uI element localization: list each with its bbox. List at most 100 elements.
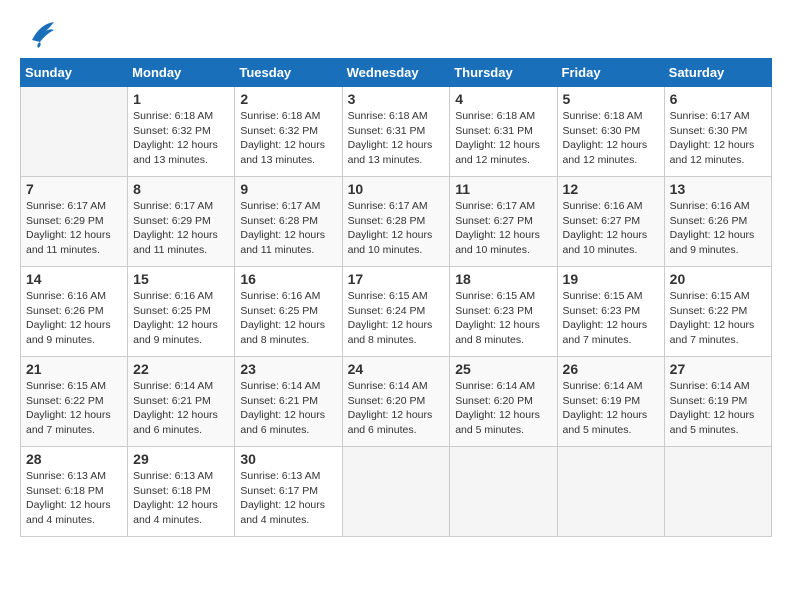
cell-info: Sunrise: 6:16 AMSunset: 6:26 PMDaylight:… bbox=[670, 199, 766, 258]
cell-info: Sunrise: 6:14 AMSunset: 6:19 PMDaylight:… bbox=[670, 379, 766, 438]
calendar-cell: 10 Sunrise: 6:17 AMSunset: 6:28 PMDayligh… bbox=[342, 177, 450, 267]
cell-info: Sunrise: 6:15 AMSunset: 6:22 PMDaylight:… bbox=[670, 289, 766, 348]
cell-info: Sunrise: 6:13 AMSunset: 6:18 PMDaylight:… bbox=[26, 469, 122, 528]
header-wednesday: Wednesday bbox=[342, 59, 450, 87]
cell-info: Sunrise: 6:16 AMSunset: 6:25 PMDaylight:… bbox=[133, 289, 229, 348]
calendar-cell: 24Sunrise: 6:14 AMSunset: 6:20 PMDayligh… bbox=[342, 357, 450, 447]
cell-info: Sunrise: 6:18 AMSunset: 6:32 PMDaylight:… bbox=[240, 109, 336, 168]
day-number: 1 bbox=[133, 91, 229, 107]
cell-info: Sunrise: 6:15 AMSunset: 6:24 PMDaylight:… bbox=[348, 289, 445, 348]
cell-info: Sunrise: 6:13 AMSunset: 6:18 PMDaylight:… bbox=[133, 469, 229, 528]
calendar-cell: 9 Sunrise: 6:17 AMSunset: 6:28 PMDaylight… bbox=[235, 177, 342, 267]
cell-info: Sunrise: 6:17 AMSunset: 6:28 PMDaylight:… bbox=[240, 199, 336, 258]
cell-info: Sunrise: 6:17 AMSunset: 6:29 PMDaylight:… bbox=[133, 199, 229, 258]
day-number: 18 bbox=[455, 271, 551, 287]
calendar-cell bbox=[664, 447, 771, 537]
calendar-cell: 6Sunrise: 6:17 AMSunset: 6:30 PMDaylight… bbox=[664, 87, 771, 177]
cell-info: Sunrise: 6:17 AMSunset: 6:29 PMDaylight:… bbox=[26, 199, 122, 258]
day-number: 2 bbox=[240, 91, 336, 107]
calendar-cell: 17Sunrise: 6:15 AMSunset: 6:24 PMDayligh… bbox=[342, 267, 450, 357]
calendar-body: 1 Sunrise: 6:18 AMSunset: 6:32 PMDaylight… bbox=[21, 87, 772, 537]
calendar-row-3: 14Sunrise: 6:16 AMSunset: 6:26 PMDayligh… bbox=[21, 267, 772, 357]
day-number: 29 bbox=[133, 451, 229, 467]
cell-info: Sunrise: 6:17 AMSunset: 6:30 PMDaylight:… bbox=[670, 109, 766, 168]
calendar-cell: 2 Sunrise: 6:18 AMSunset: 6:32 PMDaylight… bbox=[235, 87, 342, 177]
calendar-cell: 27 Sunrise: 6:14 AMSunset: 6:19 PMDayligh… bbox=[664, 357, 771, 447]
calendar-header: SundayMondayTuesdayWednesdayThursdayFrid… bbox=[21, 59, 772, 87]
calendar-cell: 30 Sunrise: 6:13 AMSunset: 6:17 PMDayligh… bbox=[235, 447, 342, 537]
day-number: 19 bbox=[563, 271, 659, 287]
day-number: 16 bbox=[240, 271, 336, 287]
header-monday: Monday bbox=[128, 59, 235, 87]
calendar-cell: 26Sunrise: 6:14 AMSunset: 6:19 PMDayligh… bbox=[557, 357, 664, 447]
calendar-cell: 11Sunrise: 6:17 AMSunset: 6:27 PMDayligh… bbox=[450, 177, 557, 267]
calendar-table: SundayMondayTuesdayWednesdayThursdayFrid… bbox=[20, 58, 772, 537]
calendar-cell: 28 Sunrise: 6:13 AMSunset: 6:18 PMDayligh… bbox=[21, 447, 128, 537]
calendar-cell bbox=[21, 87, 128, 177]
day-number: 8 bbox=[133, 181, 229, 197]
calendar-cell: 16 Sunrise: 6:16 AMSunset: 6:25 PMDayligh… bbox=[235, 267, 342, 357]
calendar-cell: 19 Sunrise: 6:15 AMSunset: 6:23 PMDayligh… bbox=[557, 267, 664, 357]
cell-info: Sunrise: 6:18 AMSunset: 6:30 PMDaylight:… bbox=[563, 109, 659, 168]
calendar-cell bbox=[450, 447, 557, 537]
day-number: 26 bbox=[563, 361, 659, 377]
calendar-cell: 21 Sunrise: 6:15 AMSunset: 6:22 PMDayligh… bbox=[21, 357, 128, 447]
calendar-cell bbox=[342, 447, 450, 537]
calendar-cell: 1 Sunrise: 6:18 AMSunset: 6:32 PMDaylight… bbox=[128, 87, 235, 177]
day-number: 5 bbox=[563, 91, 659, 107]
header-thursday: Thursday bbox=[450, 59, 557, 87]
cell-info: Sunrise: 6:14 AMSunset: 6:20 PMDaylight:… bbox=[455, 379, 551, 438]
calendar-row-1: 1 Sunrise: 6:18 AMSunset: 6:32 PMDaylight… bbox=[21, 87, 772, 177]
cell-info: Sunrise: 6:13 AMSunset: 6:17 PMDaylight:… bbox=[240, 469, 336, 528]
day-number: 21 bbox=[26, 361, 122, 377]
calendar-cell: 13 Sunrise: 6:16 AMSunset: 6:26 PMDayligh… bbox=[664, 177, 771, 267]
calendar-cell: 7 Sunrise: 6:17 AMSunset: 6:29 PMDaylight… bbox=[21, 177, 128, 267]
cell-info: Sunrise: 6:17 AMSunset: 6:27 PMDaylight:… bbox=[455, 199, 551, 258]
header-sunday: Sunday bbox=[21, 59, 128, 87]
cell-info: Sunrise: 6:15 AMSunset: 6:22 PMDaylight:… bbox=[26, 379, 122, 438]
calendar-row-4: 21 Sunrise: 6:15 AMSunset: 6:22 PMDayligh… bbox=[21, 357, 772, 447]
day-number: 25 bbox=[455, 361, 551, 377]
header-tuesday: Tuesday bbox=[235, 59, 342, 87]
cell-info: Sunrise: 6:18 AMSunset: 6:31 PMDaylight:… bbox=[348, 109, 445, 168]
calendar-cell: 12 Sunrise: 6:16 AMSunset: 6:27 PMDayligh… bbox=[557, 177, 664, 267]
calendar-cell: 14Sunrise: 6:16 AMSunset: 6:26 PMDayligh… bbox=[21, 267, 128, 357]
day-number: 24 bbox=[348, 361, 445, 377]
day-number: 20 bbox=[670, 271, 766, 287]
day-number: 28 bbox=[26, 451, 122, 467]
calendar-cell: 18 Sunrise: 6:15 AMSunset: 6:23 PMDayligh… bbox=[450, 267, 557, 357]
cell-info: Sunrise: 6:17 AMSunset: 6:28 PMDaylight:… bbox=[348, 199, 445, 258]
header-friday: Friday bbox=[557, 59, 664, 87]
cell-info: Sunrise: 6:14 AMSunset: 6:21 PMDaylight:… bbox=[133, 379, 229, 438]
cell-info: Sunrise: 6:18 AMSunset: 6:31 PMDaylight:… bbox=[455, 109, 551, 168]
page-header bbox=[20, 20, 772, 48]
day-number: 10 bbox=[348, 181, 445, 197]
calendar-cell: 29 Sunrise: 6:13 AMSunset: 6:18 PMDayligh… bbox=[128, 447, 235, 537]
day-number: 27 bbox=[670, 361, 766, 377]
day-number: 9 bbox=[240, 181, 336, 197]
day-number: 30 bbox=[240, 451, 336, 467]
header-row: SundayMondayTuesdayWednesdayThursdayFrid… bbox=[21, 59, 772, 87]
cell-info: Sunrise: 6:15 AMSunset: 6:23 PMDaylight:… bbox=[563, 289, 659, 348]
day-number: 4 bbox=[455, 91, 551, 107]
day-number: 7 bbox=[26, 181, 122, 197]
day-number: 13 bbox=[670, 181, 766, 197]
cell-info: Sunrise: 6:16 AMSunset: 6:27 PMDaylight:… bbox=[563, 199, 659, 258]
day-number: 23 bbox=[240, 361, 336, 377]
logo-bird-icon bbox=[24, 20, 56, 48]
day-number: 12 bbox=[563, 181, 659, 197]
calendar-cell bbox=[557, 447, 664, 537]
calendar-row-2: 7 Sunrise: 6:17 AMSunset: 6:29 PMDaylight… bbox=[21, 177, 772, 267]
day-number: 22 bbox=[133, 361, 229, 377]
calendar-cell: 20 Sunrise: 6:15 AMSunset: 6:22 PMDayligh… bbox=[664, 267, 771, 357]
logo bbox=[20, 20, 56, 48]
cell-info: Sunrise: 6:18 AMSunset: 6:32 PMDaylight:… bbox=[133, 109, 229, 168]
calendar-cell: 23Sunrise: 6:14 AMSunset: 6:21 PMDayligh… bbox=[235, 357, 342, 447]
calendar-cell: 4 Sunrise: 6:18 AMSunset: 6:31 PMDaylight… bbox=[450, 87, 557, 177]
cell-info: Sunrise: 6:15 AMSunset: 6:23 PMDaylight:… bbox=[455, 289, 551, 348]
cell-info: Sunrise: 6:16 AMSunset: 6:25 PMDaylight:… bbox=[240, 289, 336, 348]
calendar-cell: 15Sunrise: 6:16 AMSunset: 6:25 PMDayligh… bbox=[128, 267, 235, 357]
calendar-cell: 25 Sunrise: 6:14 AMSunset: 6:20 PMDayligh… bbox=[450, 357, 557, 447]
cell-info: Sunrise: 6:16 AMSunset: 6:26 PMDaylight:… bbox=[26, 289, 122, 348]
calendar-row-5: 28 Sunrise: 6:13 AMSunset: 6:18 PMDayligh… bbox=[21, 447, 772, 537]
